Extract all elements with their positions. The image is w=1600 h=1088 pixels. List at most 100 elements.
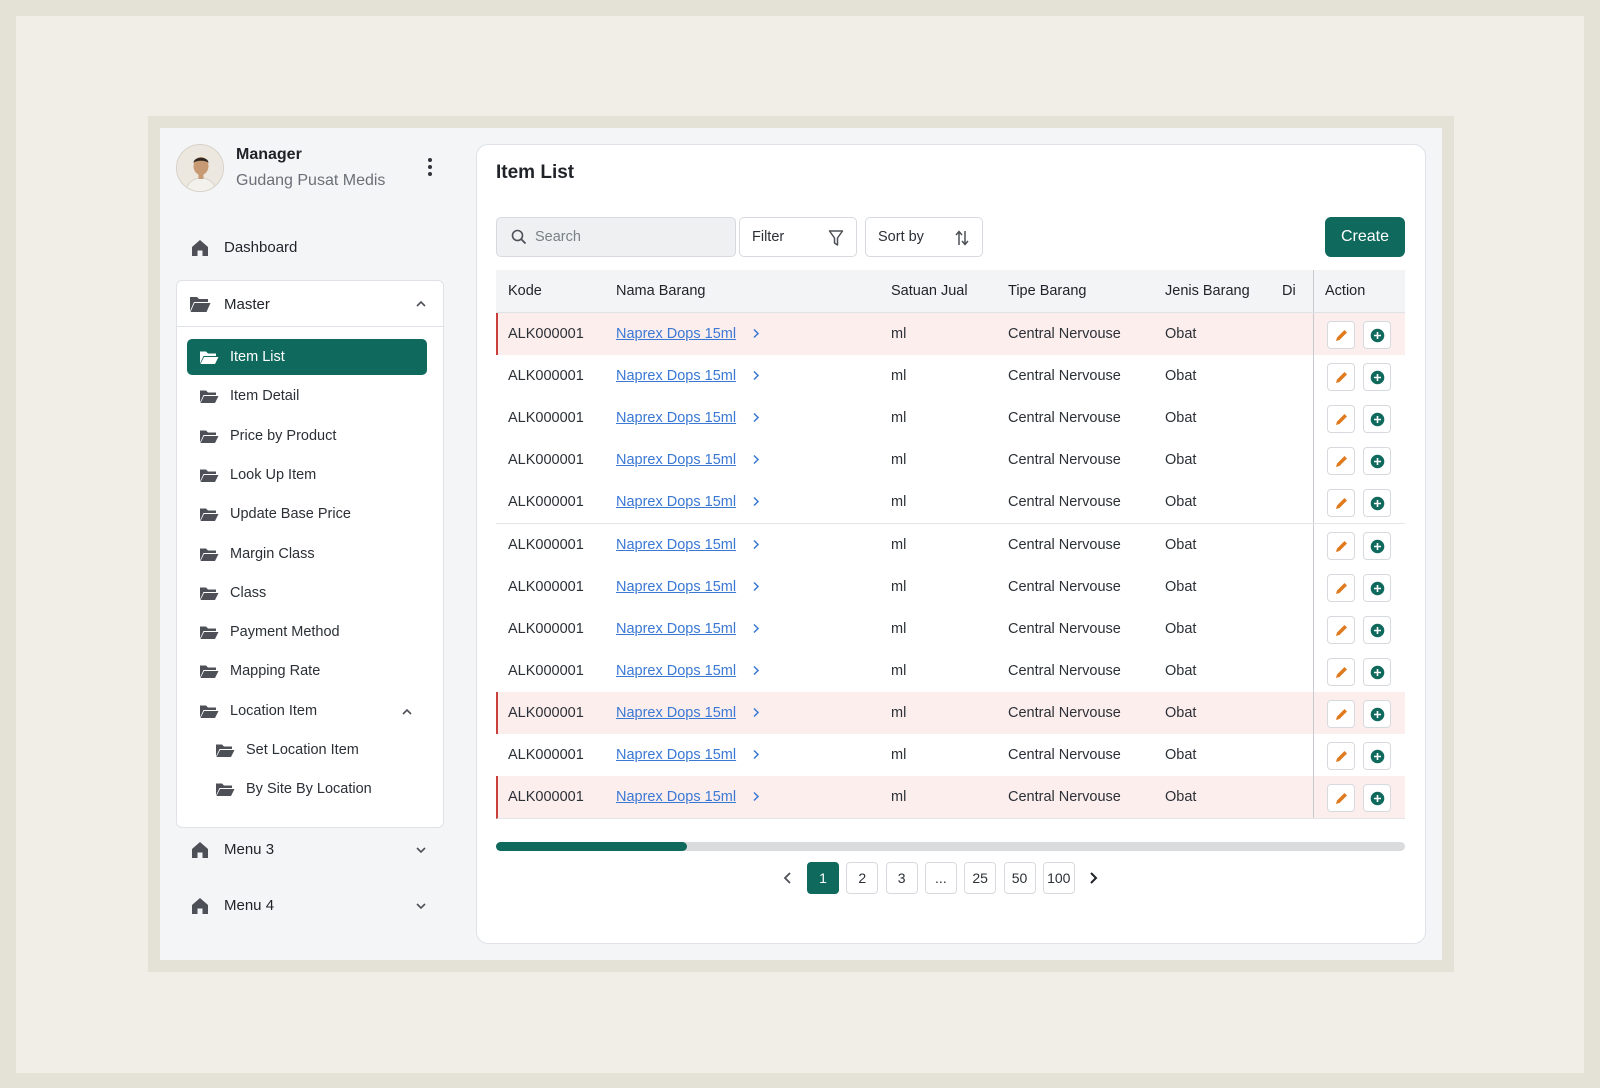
column-header-satuan-jual[interactable]: Satuan Jual — [891, 283, 968, 299]
search-input[interactable] — [535, 226, 725, 248]
add-button[interactable] — [1363, 615, 1391, 644]
item-name-link[interactable]: Naprex Dops 15ml — [616, 494, 760, 510]
add-button[interactable] — [1363, 784, 1391, 813]
page-button[interactable]: 2 — [846, 862, 879, 894]
page-button[interactable]: 3 — [885, 862, 918, 894]
sidebar-item-menu-3[interactable]: Menu 3 — [176, 830, 446, 870]
edit-button[interactable] — [1327, 321, 1355, 349]
column-header-kode[interactable]: Kode — [508, 283, 542, 299]
cell-jenis: Obat — [1165, 620, 1197, 637]
chevron-right-icon — [753, 665, 760, 675]
sort-button[interactable]: Sort by — [865, 217, 983, 257]
sidebar-item-label: Look Up Item — [230, 466, 317, 483]
item-name-text: Naprex Dops 15ml — [616, 452, 737, 469]
chevron-left-icon[interactable] — [780, 870, 796, 886]
search-box[interactable] — [496, 217, 736, 257]
sidebar-item-dashboard[interactable]: Dashboard — [176, 228, 446, 268]
sidebar-item-mapping-rate[interactable]: Mapping Rate — [187, 653, 427, 689]
sidebar-item-menu-4[interactable]: Menu 4 — [176, 886, 446, 926]
cell-tipe: Central Nervouse — [1008, 578, 1121, 595]
chevron-right-icon[interactable] — [1085, 870, 1101, 886]
edit-button[interactable] — [1327, 615, 1355, 644]
create-button[interactable]: Create — [1325, 217, 1405, 257]
item-name-link[interactable]: Naprex Dops 15ml — [616, 747, 760, 763]
sidebar-item-class[interactable]: Class — [187, 575, 427, 611]
sidebar-item-price-by-product[interactable]: Price by Product — [187, 418, 427, 454]
cell-satuan: ml — [891, 494, 907, 511]
edit-button[interactable] — [1327, 363, 1355, 392]
page-button[interactable]: 25 — [964, 862, 997, 894]
edit-button[interactable] — [1327, 447, 1355, 476]
cell-tipe: Central Nervouse — [1008, 452, 1121, 469]
add-button[interactable] — [1363, 573, 1391, 602]
sidebar-item-item-list[interactable]: Item List — [187, 339, 427, 375]
sidebar-item-set-location-item[interactable]: Set Location Item — [203, 732, 427, 768]
chevron-right-icon — [753, 707, 760, 717]
item-name-link[interactable]: Naprex Dops 15ml — [616, 579, 760, 595]
add-button[interactable] — [1363, 699, 1391, 728]
page-button[interactable]: 100 — [1042, 862, 1075, 894]
sidebar-item-update-base-price[interactable]: Update Base Price — [187, 496, 427, 532]
item-name-link[interactable]: Naprex Dops 15ml — [616, 368, 760, 384]
cell-kode: ALK000001 — [508, 747, 584, 763]
column-header-jenis-barang[interactable]: Jenis Barang — [1165, 283, 1250, 299]
action-cell — [1313, 776, 1405, 819]
cell-tipe: Central Nervouse — [1008, 662, 1121, 679]
action-cell — [1313, 439, 1405, 482]
plus-circle-icon — [1370, 581, 1385, 595]
item-name-link[interactable]: Naprex Dops 15ml — [616, 789, 760, 806]
add-button[interactable] — [1363, 531, 1391, 560]
edit-button[interactable] — [1327, 405, 1355, 434]
item-name-link[interactable]: Naprex Dops 15ml — [616, 537, 760, 553]
item-name-link[interactable]: Naprex Dops 15ml — [616, 452, 760, 469]
avatar[interactable] — [176, 144, 224, 192]
page-button[interactable]: ... — [924, 862, 957, 894]
cell-tipe: Central Nervouse — [1008, 704, 1121, 721]
add-button[interactable] — [1363, 363, 1391, 392]
column-header-truncated[interactable]: Di — [1282, 283, 1296, 299]
sidebar-item-by-site-by-location[interactable]: By Site By Location — [203, 771, 427, 807]
edit-button[interactable] — [1327, 699, 1355, 728]
item-name-link[interactable]: Naprex Dops 15ml — [616, 663, 760, 679]
pencil-icon — [1336, 793, 1347, 805]
add-button[interactable] — [1363, 657, 1391, 686]
more-options-icon[interactable] — [420, 156, 440, 182]
item-name-link[interactable]: Naprex Dops 15ml — [616, 326, 760, 342]
edit-button[interactable] — [1327, 573, 1355, 602]
edit-button[interactable] — [1327, 657, 1355, 686]
item-name-link[interactable]: Naprex Dops 15ml — [616, 410, 760, 426]
chevron-right-icon — [753, 371, 760, 381]
sidebar-item-payment-method[interactable]: Payment Method — [187, 614, 427, 650]
sidebar-item-look-up-item[interactable]: Look Up Item — [187, 457, 427, 493]
table-row: ALK000001 Naprex Dops 15ml ml Central Nervo… — [496, 565, 1405, 609]
edit-button[interactable] — [1327, 489, 1355, 518]
sidebar-item-location-item[interactable]: Location Item — [187, 693, 427, 729]
column-header-tipe-barang[interactable]: Tipe Barang — [1008, 283, 1086, 299]
plus-circle-icon — [1370, 749, 1385, 764]
filter-button[interactable]: Filter — [739, 217, 857, 257]
add-button[interactable] — [1363, 742, 1391, 770]
page-button[interactable]: 50 — [1003, 862, 1036, 894]
sidebar-item-master[interactable]: Master — [177, 281, 443, 327]
chevron-right-icon — [753, 328, 760, 339]
add-button[interactable] — [1363, 447, 1391, 476]
edit-button[interactable] — [1327, 531, 1355, 560]
horizontal-scrollbar[interactable] — [496, 842, 1405, 851]
sidebar-item-item-detail[interactable]: Item Detail — [187, 378, 427, 414]
item-name-link[interactable]: Naprex Dops 15ml — [616, 621, 760, 637]
folder-icon — [216, 744, 235, 757]
edit-button[interactable] — [1327, 784, 1355, 813]
add-button[interactable] — [1363, 321, 1391, 349]
add-button[interactable] — [1363, 489, 1391, 518]
item-name-text: Naprex Dops 15ml — [616, 789, 737, 806]
item-name-link[interactable]: Naprex Dops 15ml — [616, 705, 760, 721]
edit-button[interactable] — [1327, 742, 1355, 770]
filter-label: Filter — [752, 229, 785, 245]
sidebar-item-margin-class[interactable]: Margin Class — [187, 536, 427, 572]
column-header-nama-barang[interactable]: Nama Barang — [616, 283, 705, 299]
cell-jenis: Obat — [1165, 789, 1197, 806]
scrollbar-thumb[interactable] — [496, 842, 687, 851]
add-button[interactable] — [1363, 405, 1391, 434]
page-button[interactable]: 1 — [807, 862, 839, 894]
chevron-up-icon — [416, 300, 426, 307]
